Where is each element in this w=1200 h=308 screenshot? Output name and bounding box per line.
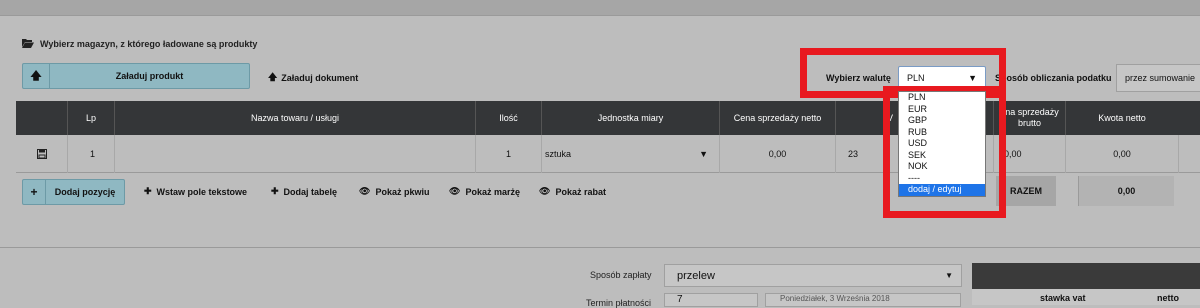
currency-option[interactable]: NOK <box>899 161 985 173</box>
vat-summary-header <box>972 263 1200 289</box>
vat-net-header: netto <box>1157 293 1179 303</box>
tax-method-select[interactable]: przez sumowanie <box>1116 64 1200 92</box>
row-net-amount: 0,00 <box>1065 135 1178 173</box>
row-net-price-input[interactable]: 0,00 <box>719 135 835 173</box>
top-bar <box>0 0 1200 16</box>
payment-term-label: Termin płatności <box>586 298 652 308</box>
folder-open-icon <box>22 38 34 50</box>
currency-option[interactable]: USD <box>899 138 985 150</box>
currency-option[interactable]: EUR <box>899 104 985 116</box>
unit-select[interactable]: sztuka ▼ <box>537 143 716 165</box>
vat-rate-header: stawka vat <box>1040 293 1086 303</box>
eye-icon: 👁 <box>449 186 461 196</box>
upload-product-button[interactable]: 🡅 Załaduj produkt <box>22 63 250 89</box>
arrow-up-icon: 🡅 <box>23 64 50 88</box>
currency-option[interactable]: SEK <box>899 150 985 162</box>
show-margin-link[interactable]: 👁 Pokaż marżę <box>449 186 520 197</box>
currency-option[interactable]: RUB <box>899 127 985 139</box>
currency-option-add-edit[interactable]: dodaj / edytuj <box>899 184 985 196</box>
add-position-button[interactable]: + Dodaj pozycję <box>22 179 125 205</box>
tax-method-label: Sposób obliczania podatku <box>995 73 1112 83</box>
col-net-amount: Kwota netto <box>1065 101 1178 135</box>
eye-icon: 👁 <box>539 186 551 196</box>
plus-icon: ✚ <box>271 186 279 196</box>
col-name: Nazwa towaru / usługi <box>114 101 475 135</box>
payment-method-select[interactable]: przelew ▼ <box>664 264 962 287</box>
row-extra-cell <box>1178 135 1200 173</box>
payment-method-label: Sposób zapłaty <box>590 270 652 280</box>
currency-dropdown-list: PLN EUR GBP RUB USD SEK NOK ---- dodaj /… <box>898 91 986 197</box>
caret-down-icon: ▼ <box>945 271 953 280</box>
show-pkwiu-link[interactable]: 👁 Pokaż pkwiu <box>359 186 429 197</box>
col-qty: Ilość <box>475 101 541 135</box>
plus-icon: ✚ <box>144 186 152 196</box>
currency-option[interactable]: PLN <box>899 92 985 104</box>
col-unit: Jednostka miary <box>541 101 719 135</box>
row-qty-input[interactable]: 1 <box>475 135 541 173</box>
eye-icon: 👁 <box>359 186 371 196</box>
warehouse-title: Wybierz magazyn, z którego ładowane są p… <box>22 38 257 50</box>
totals-value: 0,00 <box>1078 176 1174 206</box>
currency-option[interactable]: GBP <box>899 115 985 127</box>
arrow-up-icon: 🡅 <box>268 72 278 82</box>
col-net-price: Cena sprzedaży netto <box>719 101 835 135</box>
plus-icon: + <box>23 180 46 204</box>
caret-down-icon: ▼ <box>699 149 708 159</box>
col-lp: Lp <box>67 101 114 135</box>
save-row-icon[interactable] <box>16 135 67 173</box>
currency-option-separator: ---- <box>908 172 920 183</box>
upload-document-link[interactable]: 🡅 Załaduj dokument <box>268 70 358 86</box>
row-name-input[interactable] <box>114 135 475 173</box>
row-lp: 1 <box>67 135 114 173</box>
add-table-link[interactable]: ✚ Dodaj tabelę <box>271 186 337 197</box>
insert-text-field-link[interactable]: ✚ Wstaw pole tekstowe <box>144 186 247 197</box>
show-discount-link[interactable]: 👁 Pokaż rabat <box>539 186 606 197</box>
